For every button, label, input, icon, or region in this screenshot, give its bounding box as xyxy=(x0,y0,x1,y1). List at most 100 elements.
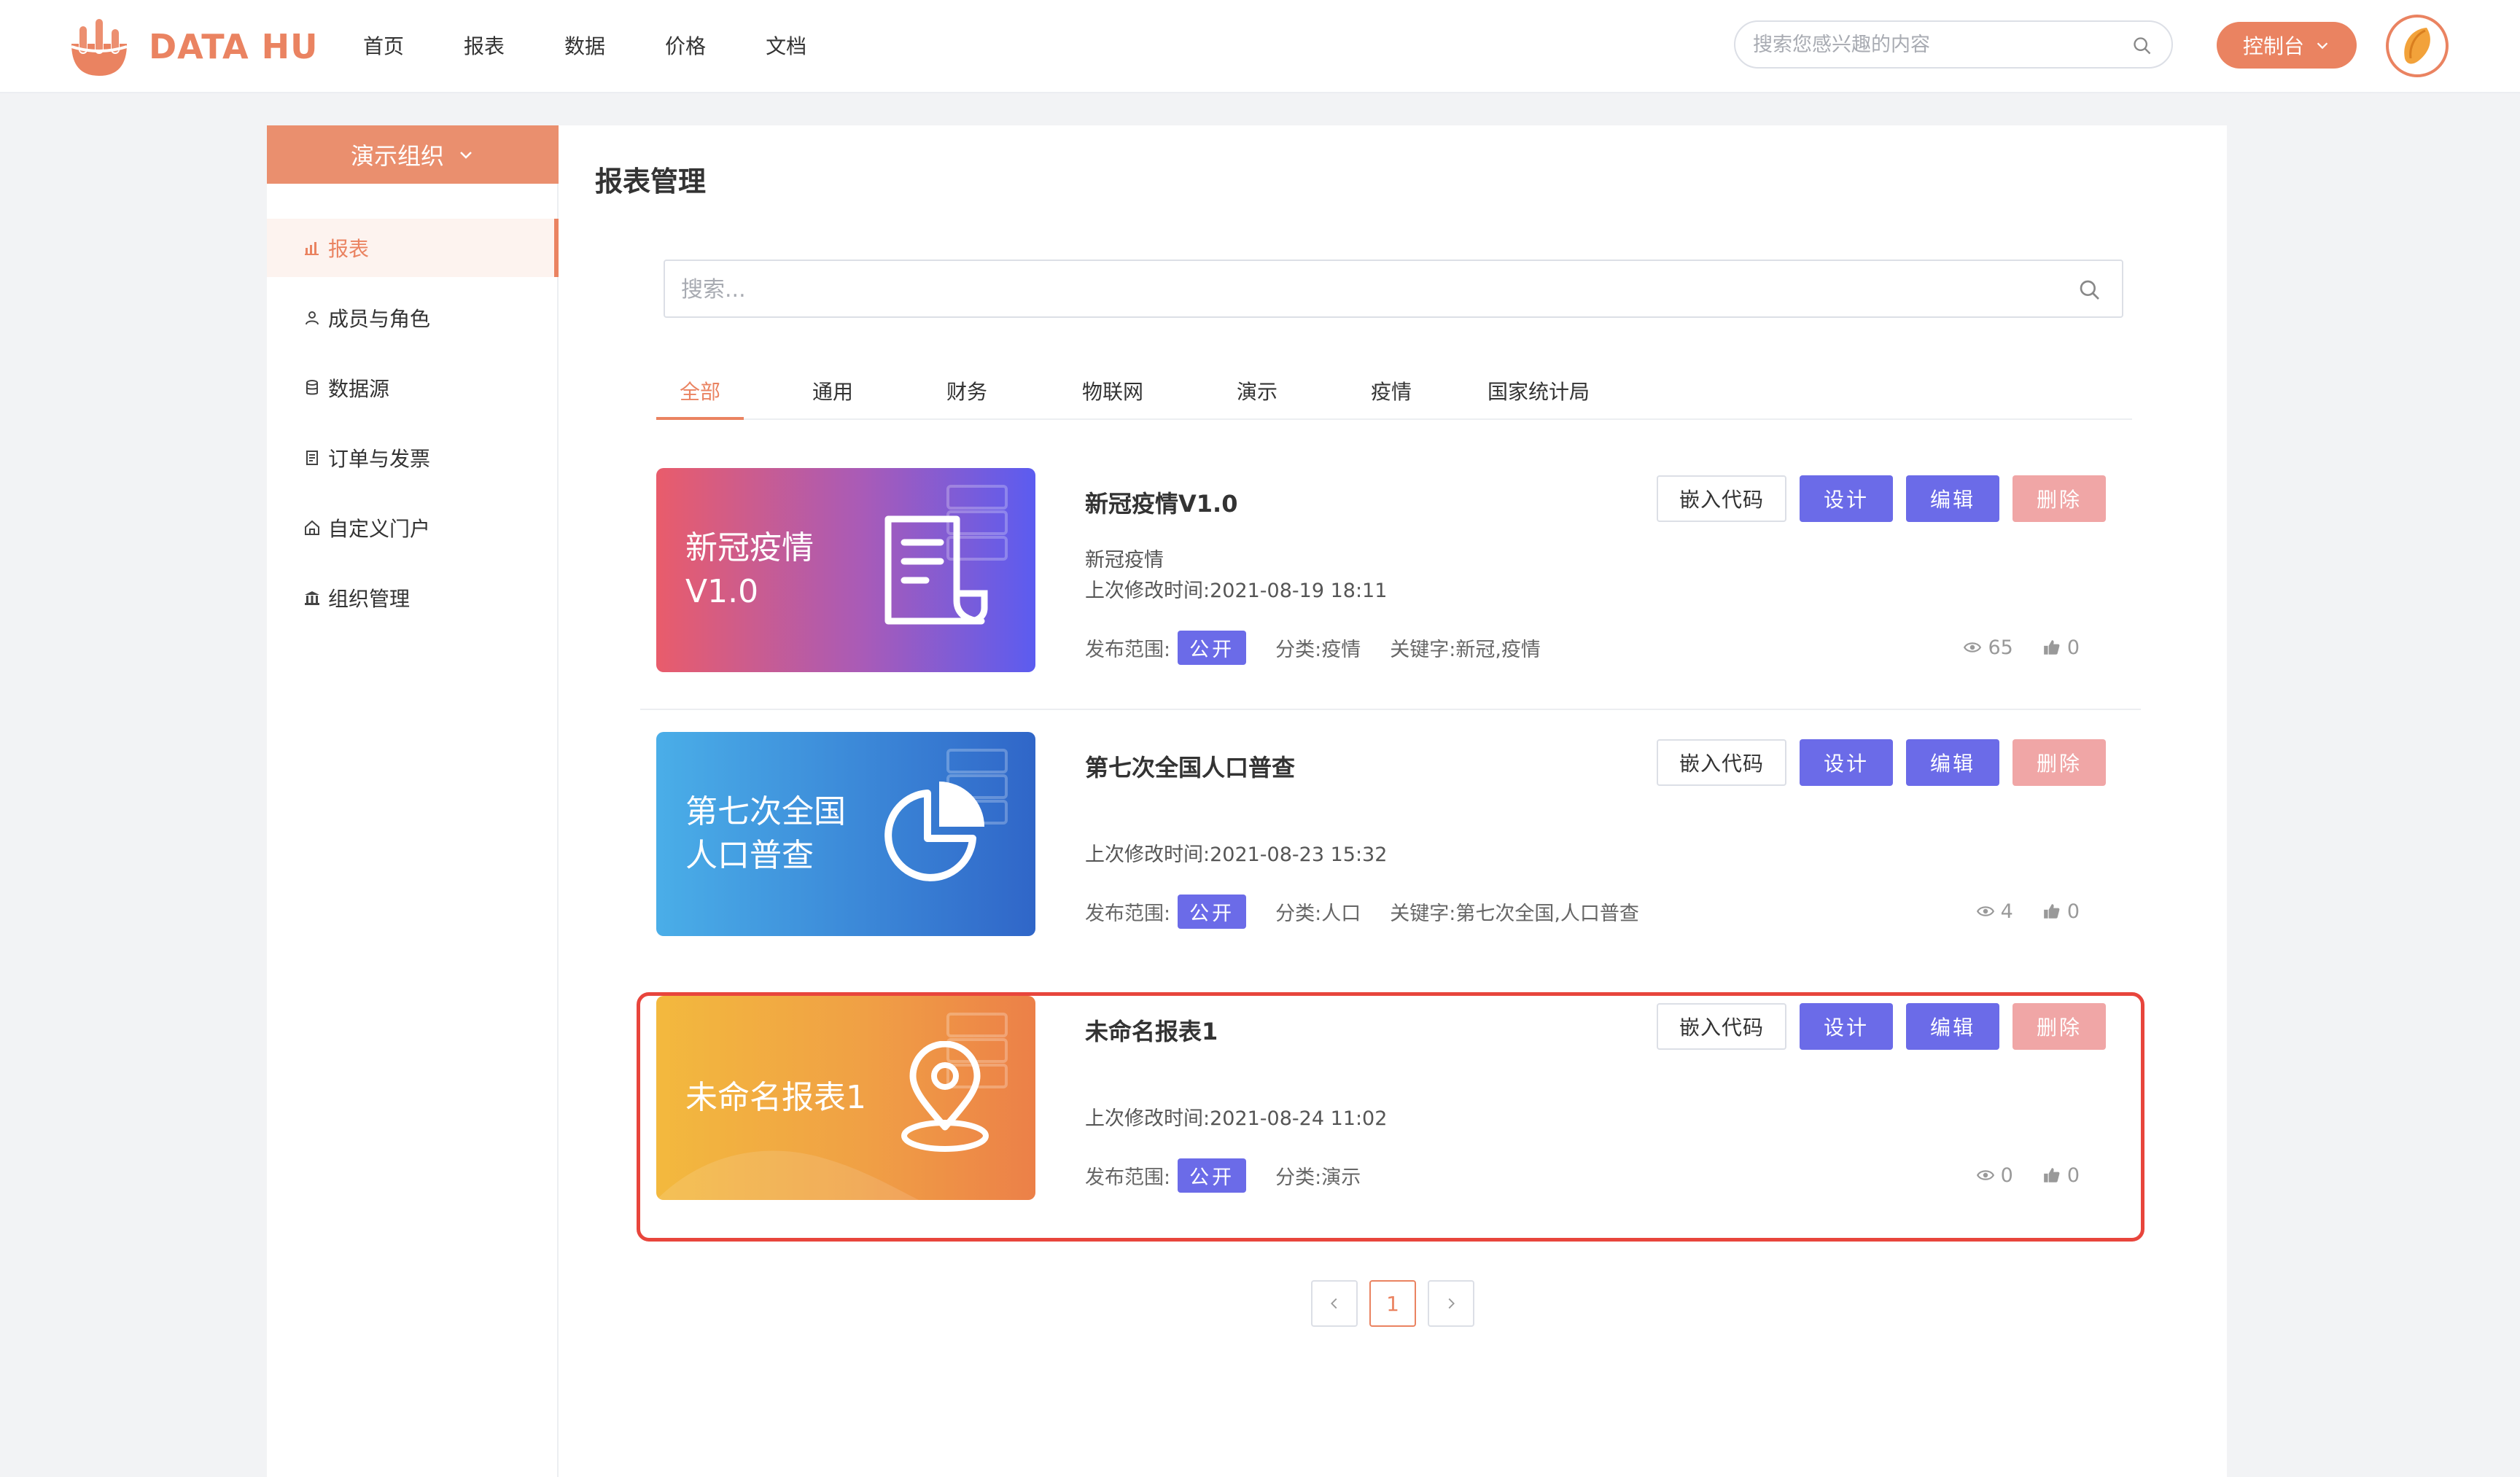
home-icon xyxy=(305,520,319,535)
tab-finance[interactable]: 财务 xyxy=(922,366,1012,418)
thumbnail-line: 未命名报表1 xyxy=(685,1079,866,1116)
edit-button[interactable]: 编辑 xyxy=(1906,739,1999,786)
nav-item-pricing[interactable]: 价格 xyxy=(665,31,706,60)
sidebar-item-orders[interactable]: 订单与发票 xyxy=(267,429,559,487)
like-count-value: 0 xyxy=(2066,636,2080,659)
embed-code-button[interactable]: 嵌入代码 xyxy=(1657,1003,1786,1050)
report-description: 新冠疫情 xyxy=(1085,549,1164,572)
chevron-left-icon xyxy=(1331,1298,1337,1309)
sidebar-item-datasource[interactable]: 数据源 xyxy=(267,359,559,417)
sidebar-item-members[interactable]: 成员与角色 xyxy=(267,289,559,347)
user-avatar[interactable] xyxy=(2386,15,2449,77)
report-meta: 发布范围: 公开 分类: 演示 xyxy=(1085,1158,1390,1193)
sidebar-item-label: 数据源 xyxy=(328,377,390,401)
edit-button[interactable]: 编辑 xyxy=(1906,1003,1999,1050)
report-search-input[interactable] xyxy=(681,273,2052,306)
hill-decoration xyxy=(656,1150,919,1200)
sidebar-item-label: 成员与角色 xyxy=(328,307,431,331)
tab-national-stats[interactable]: 国家统计局 xyxy=(1480,366,1597,418)
brand-name: DATA HU xyxy=(149,27,319,66)
view-count: 65 xyxy=(1963,636,2013,659)
tab-all[interactable]: 全部 xyxy=(656,366,744,420)
tab-demo[interactable]: 演示 xyxy=(1212,366,1302,418)
search-icon[interactable] xyxy=(2078,278,2101,302)
design-button[interactable]: 设计 xyxy=(1800,1003,1893,1050)
sidebar-item-reports[interactable]: 报表 xyxy=(267,219,559,277)
public-badge: 公开 xyxy=(1178,1158,1247,1193)
report-stats: 0 0 xyxy=(1976,1158,2080,1193)
tab-iot[interactable]: 物联网 xyxy=(1068,366,1158,418)
report-modified: 上次修改时间:2021-08-24 11:02 xyxy=(1085,1107,1388,1130)
like-count-value: 0 xyxy=(2066,1164,2080,1187)
thumbnail-line: V1.0 xyxy=(685,573,759,610)
database-icon xyxy=(306,380,318,395)
sidebar-item-label: 订单与发票 xyxy=(328,447,431,471)
category-label: 分类: xyxy=(1275,638,1322,661)
prev-page-button[interactable] xyxy=(1311,1280,1358,1327)
chevron-right-icon xyxy=(1448,1298,1455,1309)
report-search xyxy=(664,260,2123,318)
like-count: 0 xyxy=(2042,636,2080,659)
keywords-value: 第七次全国,人口普查 xyxy=(1455,902,1639,925)
embed-code-button[interactable]: 嵌入代码 xyxy=(1657,475,1786,522)
page-title: 报表管理 xyxy=(595,165,707,198)
thumbs-up-icon xyxy=(2043,1168,2060,1182)
tab-epidemic[interactable]: 疫情 xyxy=(1346,366,1436,418)
eye-icon xyxy=(1976,1170,1994,1180)
nav-item-data[interactable]: 数据 xyxy=(564,31,605,60)
sidebar-menu: 报表 成员与角色 数据源 订单与发票 自定义门户 组织管理 xyxy=(267,219,559,639)
public-badge: 公开 xyxy=(1178,630,1247,665)
sidebar-item-org-manage[interactable]: 组织管理 xyxy=(267,569,559,627)
delete-button[interactable]: 删除 xyxy=(2012,739,2106,786)
bank-icon xyxy=(305,591,319,605)
delete-button[interactable]: 删除 xyxy=(2012,475,2106,522)
thumbnail-line: 人口普查 xyxy=(685,837,814,874)
report-meta: 发布范围: 公开 分类: 人口 关键字: 第七次全国,人口普查 xyxy=(1085,894,1639,929)
thumbs-up-icon xyxy=(2043,640,2060,655)
chevron-down-icon xyxy=(460,152,472,159)
next-page-button[interactable] xyxy=(1428,1280,1474,1327)
thumbnail-line: 第七次全国 xyxy=(685,793,846,830)
report-meta: 发布范围: 公开 分类: 疫情 关键字: 新冠,疫情 xyxy=(1085,630,1541,665)
nav-item-home[interactable]: 首页 xyxy=(363,31,404,60)
publish-scope-label: 发布范围: xyxy=(1085,1166,1171,1189)
report-stats: 65 0 xyxy=(1963,630,2080,665)
report-title[interactable]: 未命名报表1 xyxy=(1085,1013,1218,1047)
report-thumbnail[interactable]: 未命名报表1 xyxy=(656,996,1035,1200)
edit-button[interactable]: 编辑 xyxy=(1906,475,1999,522)
console-button-label: 控制台 xyxy=(2242,34,2304,58)
org-switcher[interactable]: 演示组织 xyxy=(267,125,559,184)
sidebar-item-label: 自定义门户 xyxy=(328,517,431,541)
report-actions: 嵌入代码 设计 编辑 删除 xyxy=(1657,739,2106,786)
keywords-label: 关键字: xyxy=(1390,902,1456,925)
main-nav: 首页 报表 数据 价格 文档 xyxy=(363,0,866,90)
delete-button[interactable]: 删除 xyxy=(2012,1003,2106,1050)
tab-general[interactable]: 通用 xyxy=(788,366,878,418)
view-count: 4 xyxy=(1976,900,2013,923)
design-button[interactable]: 设计 xyxy=(1800,475,1893,522)
design-button[interactable]: 设计 xyxy=(1800,739,1893,786)
report-card: 第七次全国 人口普查 第七次全国人口普查 上次修改时间:2021-08-23 1… xyxy=(640,732,2141,974)
report-actions: 嵌入代码 设计 编辑 删除 xyxy=(1657,1003,2106,1050)
sidebar-item-portal[interactable]: 自定义门户 xyxy=(267,499,559,557)
nav-item-docs[interactable]: 文档 xyxy=(766,31,806,60)
publish-scope-label: 发布范围: xyxy=(1085,638,1171,661)
keywords-value: 新冠,疫情 xyxy=(1455,638,1541,661)
report-thumbnail[interactable]: 第七次全国 人口普查 xyxy=(656,732,1035,936)
sidebar-item-label: 组织管理 xyxy=(328,587,411,611)
nav-item-reports[interactable]: 报表 xyxy=(464,31,505,60)
embed-code-button[interactable]: 嵌入代码 xyxy=(1657,739,1786,786)
global-search xyxy=(1734,20,2173,69)
console-button[interactable]: 控制台 xyxy=(2217,22,2357,69)
report-title[interactable]: 新冠疫情V1.0 xyxy=(1085,486,1237,519)
view-count-value: 4 xyxy=(2000,900,2013,923)
global-search-input[interactable] xyxy=(1753,28,2118,61)
main-panel: 报表管理 全部 通用 财务 物联网 演示 疫情 国家统计局 新冠疫情 V1.0 xyxy=(559,125,2227,1477)
brand-logo[interactable]: DATA HU xyxy=(67,15,319,79)
category-value: 疫情 xyxy=(1321,638,1361,661)
report-modified: 上次修改时间:2021-08-19 18:11 xyxy=(1085,580,1388,602)
report-title[interactable]: 第七次全国人口普查 xyxy=(1085,749,1295,783)
page-number-current[interactable]: 1 xyxy=(1369,1280,1416,1327)
report-thumbnail[interactable]: 新冠疫情 V1.0 xyxy=(656,468,1035,672)
search-icon[interactable] xyxy=(2132,36,2152,56)
